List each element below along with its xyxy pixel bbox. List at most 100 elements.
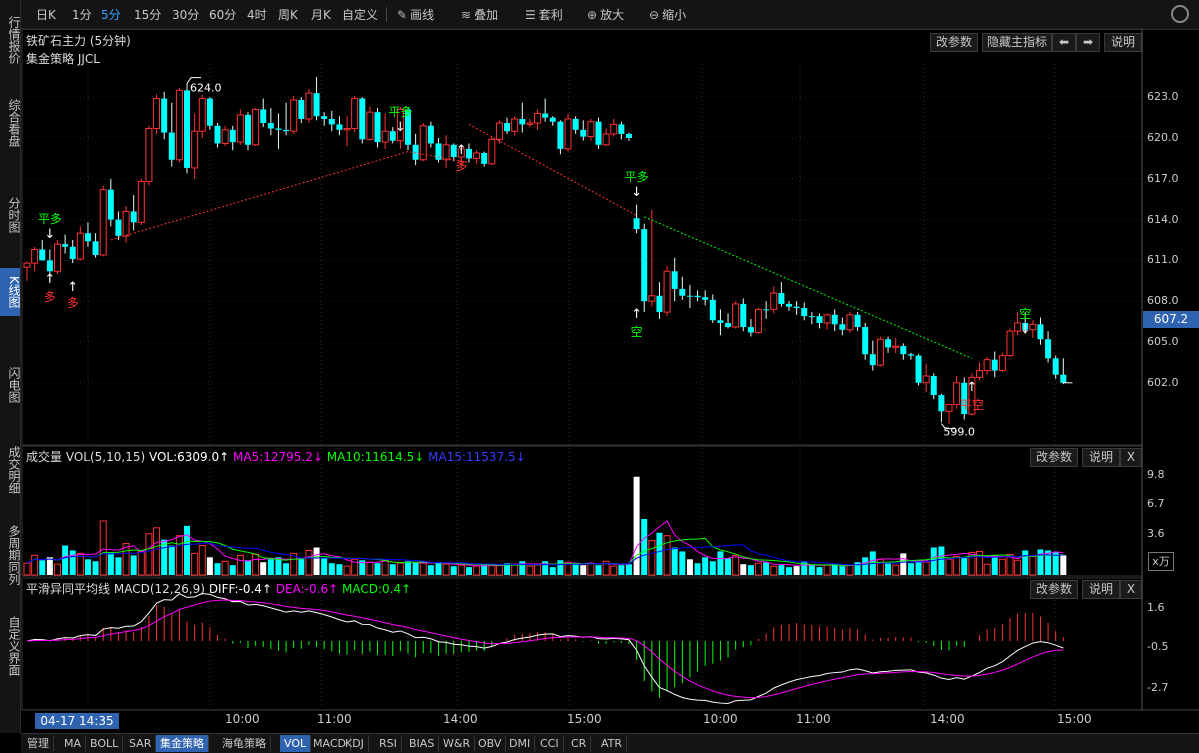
volume-bar xyxy=(1014,559,1022,576)
candle xyxy=(184,90,191,168)
candle xyxy=(488,138,496,165)
volume-bar xyxy=(473,565,481,576)
volume-bar xyxy=(732,554,740,576)
axis-tick-label: 614.0 xyxy=(1147,212,1179,226)
indicator-tab-15[interactable]: CR xyxy=(567,735,592,752)
volume-bar xyxy=(396,562,404,576)
candle xyxy=(679,288,686,296)
indicator-tab-8[interactable]: KDJ xyxy=(341,735,369,752)
axis-tick-label: 611.0 xyxy=(1147,253,1179,267)
candle xyxy=(587,121,595,138)
volume-bar xyxy=(770,565,778,576)
volume-bar xyxy=(53,563,61,576)
candle xyxy=(717,320,724,323)
volume-bar xyxy=(961,557,968,575)
axis-tick-label: 617.0 xyxy=(1147,171,1179,185)
candle xyxy=(595,121,602,145)
candle xyxy=(885,339,892,348)
volume-bar xyxy=(991,555,998,575)
axis-tick-label: 620.0 xyxy=(1147,131,1179,144)
indicator-tab-9[interactable]: RSI xyxy=(375,735,402,752)
candle xyxy=(412,144,419,160)
candle xyxy=(732,303,740,328)
indicator-tab-6[interactable]: VOL xyxy=(280,735,312,752)
volume-bar xyxy=(823,564,831,576)
volume-bar xyxy=(46,557,53,575)
candle xyxy=(1037,324,1044,340)
volume-bar xyxy=(31,554,39,576)
kline-chart[interactable]: 平多↓多↑多↑平多↓多↑平多↓空↑ 空↓平空↑624.0599.0 xyxy=(0,0,1199,752)
volume-bar xyxy=(900,553,907,575)
volume-bar xyxy=(945,558,953,576)
volume-bar xyxy=(184,525,191,575)
candle xyxy=(84,233,91,242)
volume-bar xyxy=(793,566,800,575)
volume-bar xyxy=(686,559,693,575)
candle xyxy=(206,98,213,126)
candle xyxy=(473,152,481,159)
signal-arrow-icon: ↑ xyxy=(966,380,977,395)
candle xyxy=(915,355,922,383)
volume-bar xyxy=(328,563,335,575)
candle xyxy=(175,89,183,161)
volume-bar xyxy=(495,564,503,576)
volume-bar xyxy=(84,559,91,575)
candle xyxy=(442,144,450,161)
indicator-tab-12[interactable]: OBV xyxy=(474,735,507,752)
volume-bar xyxy=(656,532,663,575)
candle xyxy=(374,112,381,143)
candle xyxy=(542,113,549,118)
candle xyxy=(839,324,846,330)
volume-bar xyxy=(405,561,411,575)
volume-bar xyxy=(846,564,854,576)
candle xyxy=(244,114,251,145)
candle xyxy=(321,116,328,119)
indicator-tab-13[interactable]: DMI xyxy=(505,735,536,752)
axis-tick-label: -0.5 xyxy=(1147,640,1169,653)
candle xyxy=(953,382,961,406)
volume-bar xyxy=(1037,549,1044,575)
indicator-tab-3[interactable]: SAR xyxy=(125,735,157,752)
volume-bar xyxy=(595,565,602,575)
indicator-tab-4[interactable]: 集金策略 xyxy=(156,735,209,752)
indicator-tab-2[interactable]: BOLL xyxy=(86,735,124,752)
indicator-tab-11[interactable]: W&R xyxy=(439,735,476,752)
volume-bar xyxy=(168,545,175,575)
candle xyxy=(709,299,716,321)
volume-bar xyxy=(679,551,686,575)
volume-bar xyxy=(336,564,343,575)
indicator-tab-10[interactable]: BIAS xyxy=(405,735,440,752)
volume-bar xyxy=(808,565,815,575)
volume-bar xyxy=(457,564,465,576)
indicator-tab-5[interactable]: 海龟策略 xyxy=(218,735,271,752)
trend-line-short xyxy=(644,216,973,359)
volume-bar xyxy=(953,555,961,576)
candle xyxy=(786,303,792,307)
candle xyxy=(161,98,168,133)
volume-bar xyxy=(92,561,99,575)
indicator-tab-1[interactable]: MA xyxy=(60,735,87,752)
indicator-tab-14[interactable]: CCI xyxy=(536,735,564,752)
volume-bar xyxy=(69,550,76,575)
candle xyxy=(991,359,998,371)
candle xyxy=(23,262,31,268)
volume-bar xyxy=(229,565,236,575)
candle xyxy=(305,92,313,120)
candles-group xyxy=(23,76,1067,424)
candle xyxy=(801,308,808,317)
candle xyxy=(648,295,656,302)
candle xyxy=(778,293,785,304)
candle xyxy=(137,181,145,223)
volume-bar xyxy=(747,565,754,575)
volume-bar xyxy=(755,562,763,576)
candle xyxy=(236,114,244,143)
volume-bar xyxy=(62,545,69,575)
volume-bar xyxy=(39,560,46,575)
volume-bar xyxy=(115,557,122,575)
volume-bar xyxy=(915,560,922,575)
volume-bar xyxy=(511,563,519,576)
candle xyxy=(557,121,564,149)
indicator-tab-0[interactable]: 管理 xyxy=(23,735,54,752)
candle xyxy=(1029,323,1037,331)
indicator-tab-16[interactable]: ATR xyxy=(597,735,628,752)
